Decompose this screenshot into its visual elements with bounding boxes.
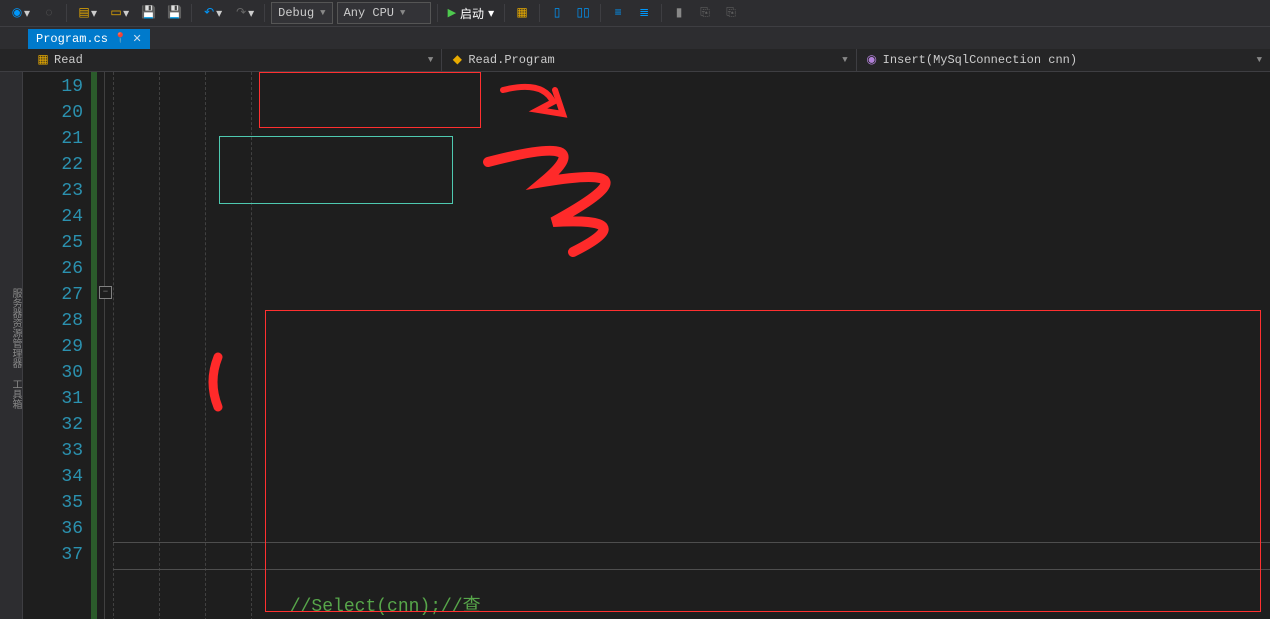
open-button[interactable]: ▭▾ <box>105 2 133 24</box>
nav-back-button[interactable]: ◉▾ <box>6 2 34 24</box>
nav-forward-button[interactable]: ◌ <box>38 2 60 24</box>
nav-member-dropdown[interactable]: ◉ Insert(MySqlConnection cnn) ▼ <box>857 49 1270 71</box>
undo-button[interactable]: ↶▾ <box>198 2 226 24</box>
annotation-red-box-1 <box>259 72 481 128</box>
toolbar-icon-4[interactable]: ≡ <box>607 2 629 24</box>
toolbar-icon-7[interactable]: ⎘ <box>720 2 742 24</box>
annotation-red-box-2 <box>265 310 1261 612</box>
save-all-button[interactable]: 💾 <box>163 2 185 24</box>
main-toolbar: ◉▾ ◌ ▤▾ ▭▾ 💾 💾 ↶▾ ↷▾ Debug▼ Any CPU▼ ▶启动… <box>0 0 1270 27</box>
toolbar-icon-5[interactable]: ≣ <box>633 2 655 24</box>
editor-main: 服务器资源管理器 工具箱 192021 222324 252627 282930… <box>0 72 1270 619</box>
toolbar-icon-6[interactable]: ⎘ <box>694 2 716 24</box>
toolbar-icon-3[interactable]: ▯▯ <box>572 2 594 24</box>
tab-strip: Program.cs 📍 ✕ <box>0 27 1270 49</box>
annotation-teal-box <box>219 136 453 204</box>
redo-button[interactable]: ↷▾ <box>230 2 258 24</box>
fold-gutter: − <box>97 72 113 619</box>
nav-class-dropdown[interactable]: ◆ Read.Program ▼ <box>442 49 856 71</box>
fold-toggle-icon[interactable]: − <box>99 286 112 299</box>
nav-scope-dropdown[interactable]: ▦ Read ▼ <box>28 49 442 71</box>
new-item-button[interactable]: ▤▾ <box>73 2 101 24</box>
config-dropdown[interactable]: Debug▼ <box>271 2 332 24</box>
toolbar-icon-1[interactable]: ▦ <box>511 2 533 24</box>
start-debug-button[interactable]: ▶启动▾ <box>444 2 499 24</box>
pin-icon[interactable]: 📍 <box>114 33 126 45</box>
line-number-gutter: 192021 222324 252627 282930 313233 34353… <box>23 72 91 619</box>
left-tool-rail[interactable]: 服务器资源管理器 工具箱 <box>0 72 23 619</box>
code-editor[interactable]: //Select(cnn);//查 Insert(cnn); Select(cn… <box>113 72 1270 619</box>
tab-label: Program.cs <box>36 32 108 46</box>
close-tab-icon[interactable]: ✕ <box>132 32 141 46</box>
code-line: //Select(cnn);//查 <box>290 597 481 617</box>
platform-dropdown[interactable]: Any CPU▼ <box>337 2 431 24</box>
code-nav-bar: ▦ Read ▼ ◆ Read.Program ▼ ◉ Insert(MySql… <box>0 49 1270 72</box>
toolbar-icon-2[interactable]: ▯ <box>546 2 568 24</box>
save-button[interactable]: 💾 <box>137 2 159 24</box>
tab-program-cs[interactable]: Program.cs 📍 ✕ <box>28 29 150 49</box>
bookmark-icon[interactable]: ▮ <box>668 2 690 24</box>
